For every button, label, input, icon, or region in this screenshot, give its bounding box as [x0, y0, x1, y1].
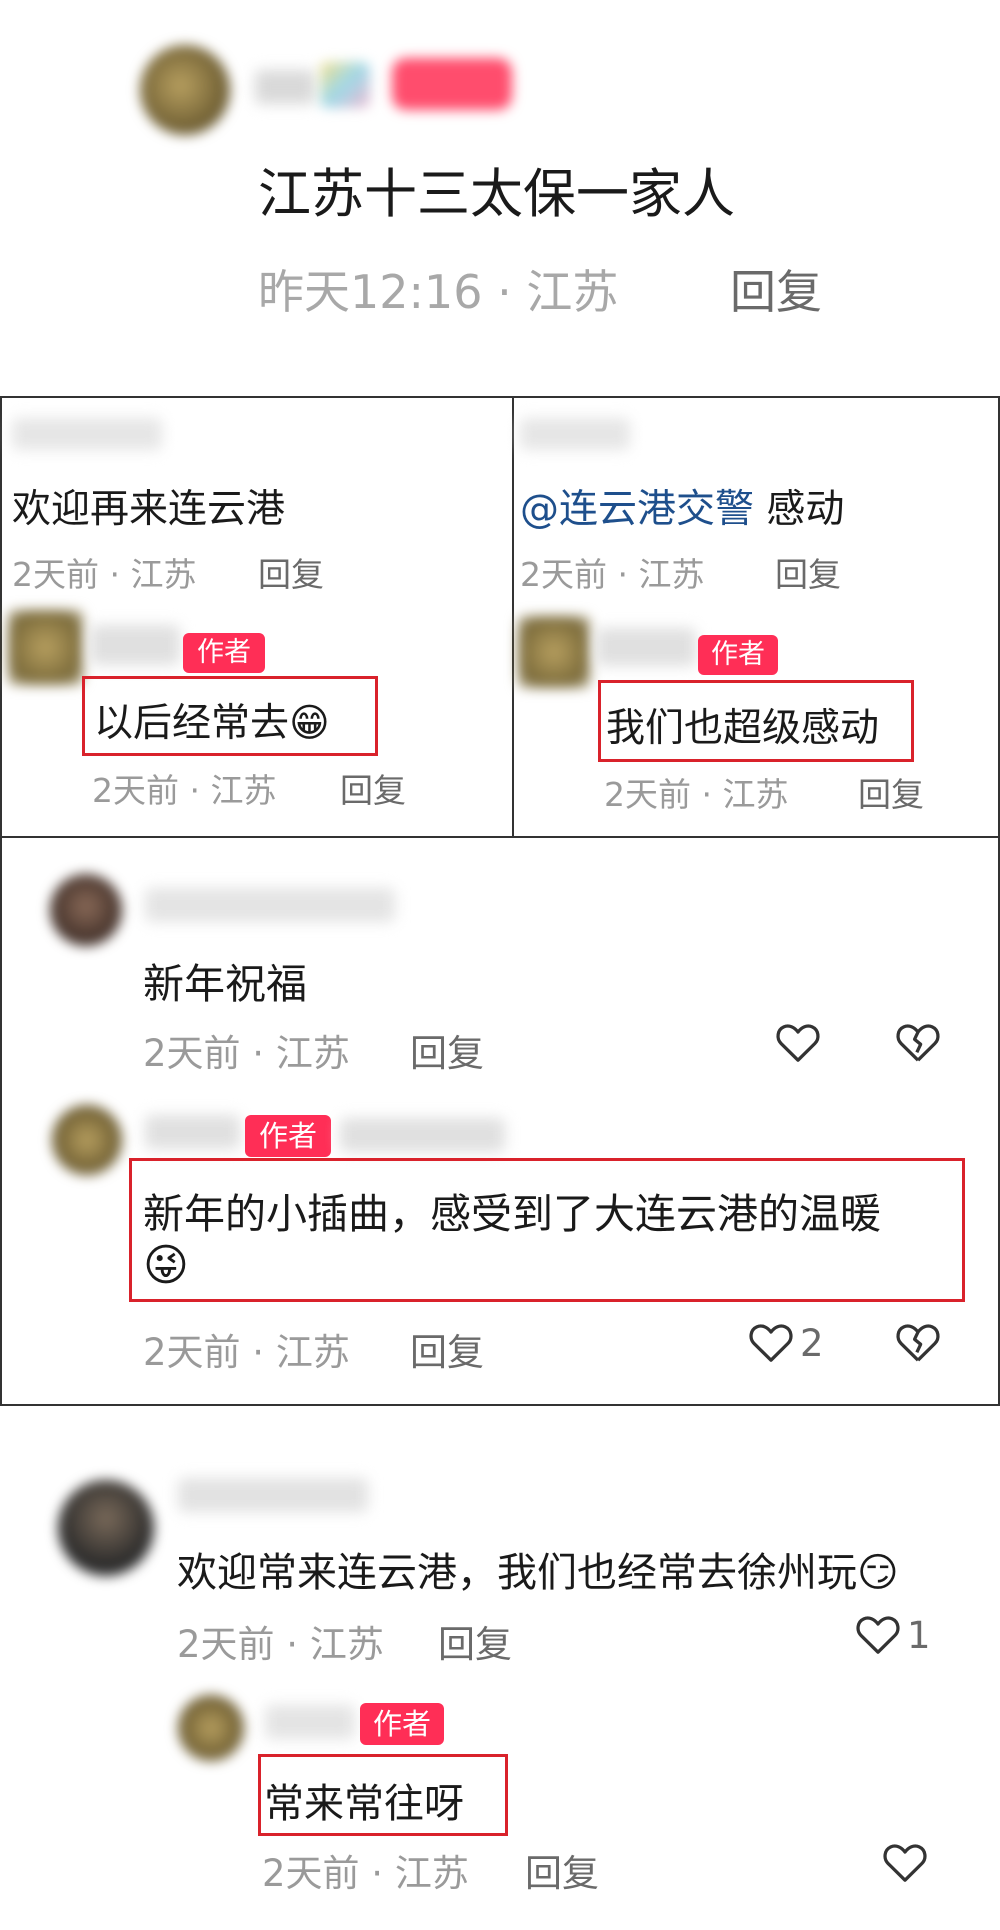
username-blurred[interactable] [90, 625, 180, 665]
username-blurred[interactable] [12, 418, 162, 450]
heart-icon[interactable] [855, 1612, 901, 1656]
heart-icon[interactable] [882, 1840, 928, 1884]
comment-rest: 感动 [754, 487, 845, 532]
author-reply-emoji: 😜 [143, 1240, 189, 1291]
divider [0, 396, 2, 1406]
author-badge: 作者 [360, 1703, 444, 1745]
avatar[interactable] [50, 874, 122, 946]
divider [0, 1404, 1000, 1406]
reply-button[interactable]: 回复 [525, 1843, 599, 1897]
reply-button[interactable]: 回复 [258, 548, 324, 596]
author-badge-blurred [392, 58, 512, 110]
author-reply-meta: 2天前 · 江苏 [143, 1331, 350, 1374]
avatar[interactable] [58, 1480, 154, 1576]
avatar[interactable] [52, 1105, 122, 1175]
reply-button[interactable]: 回复 [410, 1023, 484, 1077]
divider [0, 836, 1000, 838]
reply-button[interactable]: 回复 [438, 1614, 512, 1668]
avatar[interactable] [140, 45, 230, 135]
author-reply-text: 新年的小插曲，感受到了大连云港的温暖 [143, 1190, 881, 1238]
comment-meta: 2天前 · 江苏 [177, 1623, 384, 1666]
comment-meta: 2天前 · 江苏 [520, 555, 705, 594]
comment-text: @连云港交警 感动 [520, 478, 844, 534]
author-reply-text: 以后经常去😁 [94, 701, 330, 746]
comment-meta: 昨天12:16 · 江苏 [258, 265, 619, 319]
like-count: 1 [907, 1614, 931, 1657]
reply-button[interactable]: 回复 [340, 764, 406, 812]
comment-text: 欢迎常来连云港，我们也经常去徐州玩😏 [177, 1550, 899, 1596]
reply-button[interactable]: 回复 [775, 548, 841, 596]
divider [512, 396, 514, 838]
broken-heart-icon[interactable] [895, 1320, 941, 1364]
author-badge: 作者 [245, 1115, 331, 1157]
username-blurred[interactable] [178, 1478, 368, 1512]
avatar[interactable] [178, 1695, 244, 1761]
author-reply-meta: 2天前 · 江苏 [92, 771, 277, 810]
username-blurred[interactable] [145, 1115, 240, 1149]
rainbow-icon [320, 62, 370, 108]
username-blurred[interactable] [596, 628, 696, 666]
avatar[interactable] [8, 610, 83, 685]
reply-button[interactable]: 回复 [410, 1322, 484, 1376]
comment-meta: 2天前 · 江苏 [12, 555, 197, 594]
username-blurred[interactable] [255, 70, 315, 104]
author-reply-text: 我们也超级感动 [606, 706, 880, 751]
author-reply-meta: 2天前 · 江苏 [604, 775, 789, 814]
like-count: 2 [800, 1322, 824, 1365]
author-badge: 作者 [183, 633, 265, 673]
comment-meta: 2天前 · 江苏 [143, 1032, 350, 1075]
username-blurred[interactable] [265, 1705, 355, 1739]
author-badge: 作者 [698, 635, 778, 675]
heart-icon[interactable] [775, 1020, 821, 1064]
avatar[interactable] [518, 616, 590, 688]
author-reply-meta: 2天前 · 江苏 [262, 1852, 469, 1895]
reply-button[interactable]: 回复 [858, 768, 924, 816]
broken-heart-icon[interactable] [895, 1020, 941, 1064]
comment-text: 新年祝福 [143, 960, 307, 1008]
comment-text: 欢迎再来连云港 [12, 487, 286, 532]
comment-text: 江苏十三太保一家人 [258, 164, 735, 225]
username-blurred[interactable] [520, 418, 630, 450]
username-blurred[interactable] [145, 888, 395, 922]
username-blurred[interactable] [340, 1118, 505, 1152]
divider [0, 396, 1000, 398]
reply-button[interactable]: 回复 [730, 256, 822, 322]
heart-icon[interactable] [748, 1320, 794, 1364]
author-reply-text: 常来常往呀 [264, 1781, 464, 1827]
mention-link[interactable]: @连云港交警 [520, 487, 754, 532]
